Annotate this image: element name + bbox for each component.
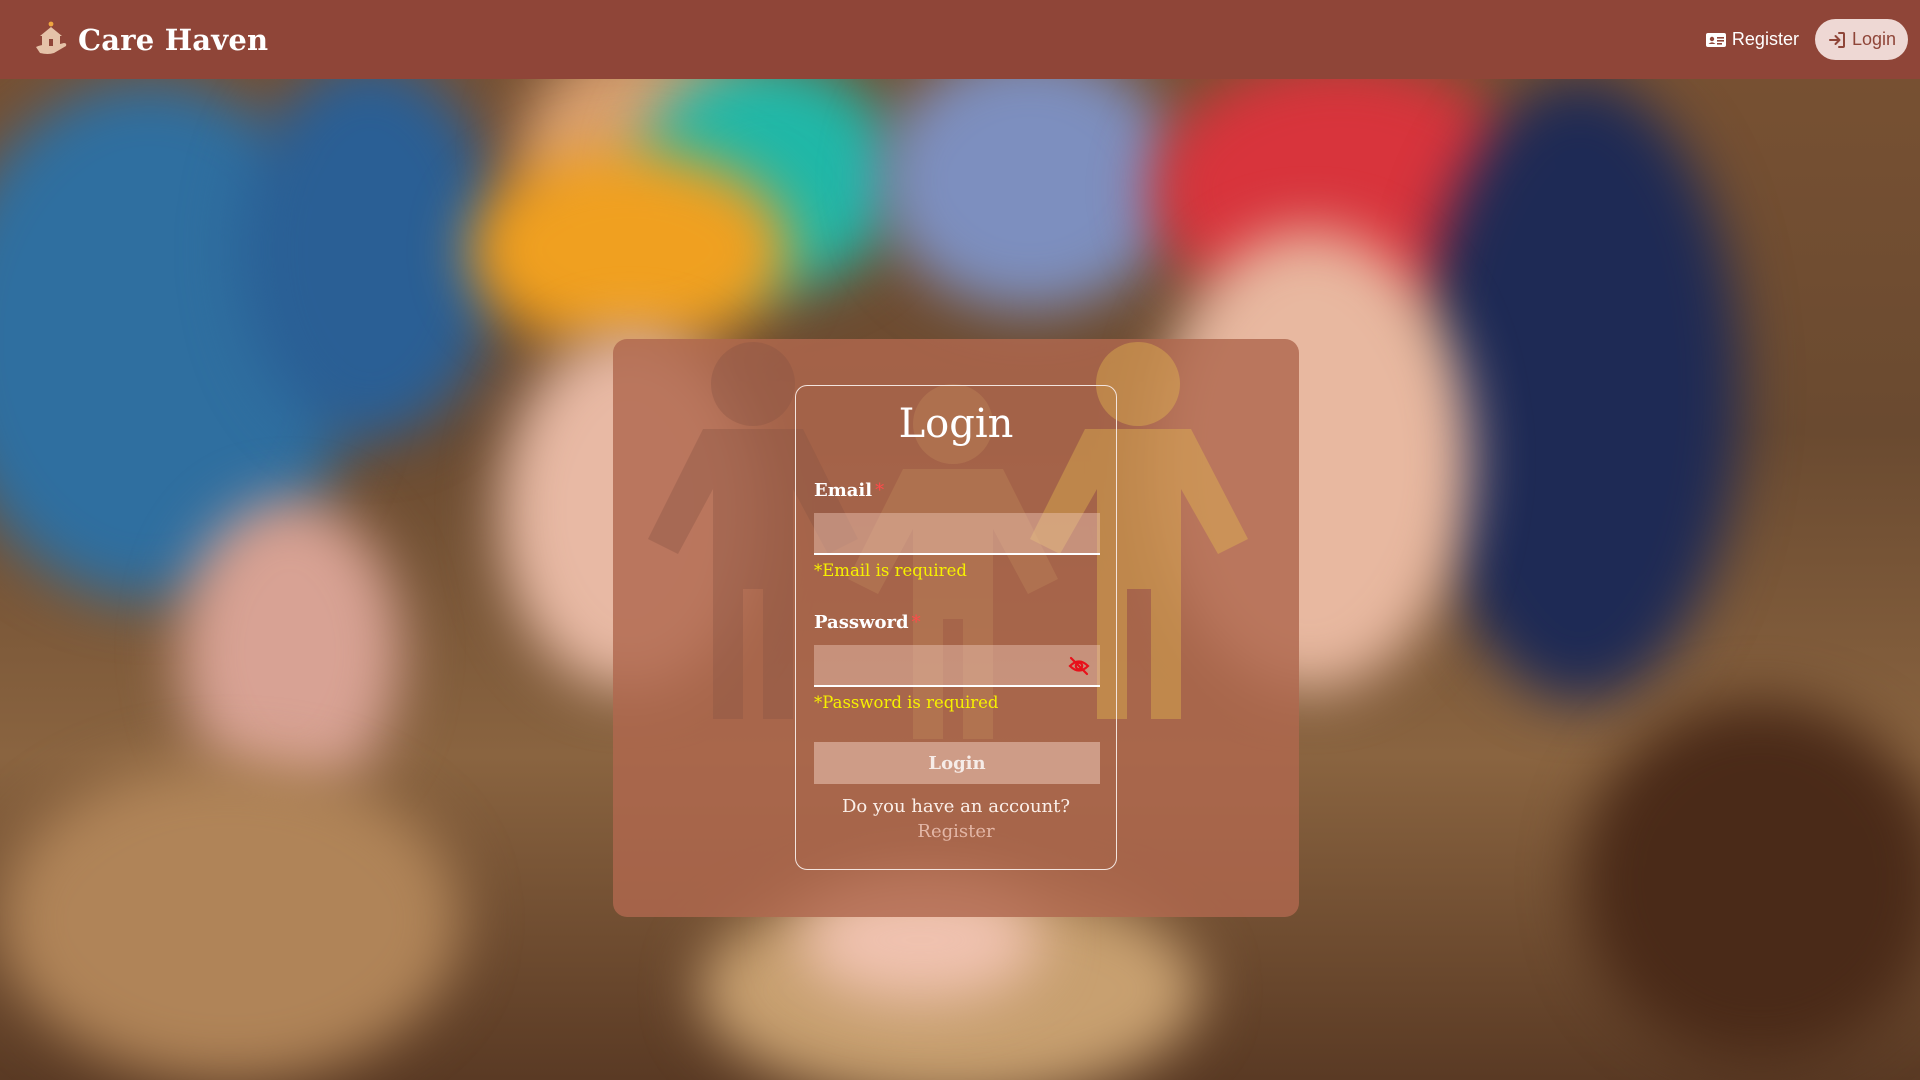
- brand-name: Care Haven: [78, 22, 269, 57]
- login-title: Login: [898, 401, 1014, 447]
- register-link[interactable]: Register: [814, 821, 1098, 842]
- email-label: Email *: [814, 480, 1098, 501]
- email-field-wrapper: [814, 513, 1100, 555]
- password-label-text: Password: [814, 612, 909, 633]
- brand[interactable]: Care Haven: [30, 19, 268, 61]
- nav-register-label: Register: [1731, 29, 1799, 49]
- password-error-message: *Password is required: [814, 693, 999, 712]
- login-submit-button[interactable]: Login: [814, 742, 1100, 784]
- care-haven-logo-icon: [30, 19, 72, 61]
- account-question: Do you have an account?: [841, 796, 1071, 817]
- login-form: Login Email * *Email is required Password…: [795, 385, 1117, 870]
- sign-in-icon: [1827, 30, 1847, 50]
- email-input[interactable]: [814, 513, 1100, 553]
- nav-register-button[interactable]: Register: [1697, 19, 1807, 60]
- email-error-message: *Email is required: [814, 561, 967, 580]
- email-label-text: Email: [814, 480, 873, 501]
- nav-links: Register Login: [1697, 19, 1908, 60]
- id-card-icon: [1705, 31, 1727, 49]
- password-input[interactable]: [814, 645, 1100, 685]
- password-required-mark: *: [911, 612, 921, 633]
- nav-login-label: Login: [1851, 29, 1896, 49]
- email-required-mark: *: [875, 480, 885, 501]
- password-field-wrapper: [814, 645, 1100, 687]
- top-navbar: Care Haven Register Login: [0, 0, 1920, 79]
- password-label: Password *: [814, 612, 1098, 633]
- eye-slash-icon[interactable]: [1068, 655, 1090, 677]
- nav-login-button[interactable]: Login: [1814, 19, 1908, 60]
